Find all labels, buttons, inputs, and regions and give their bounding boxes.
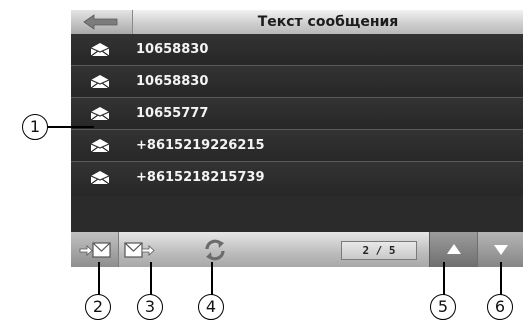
- callout-5: 5: [430, 294, 456, 320]
- message-row-5[interactable]: +8615218215739: [71, 162, 523, 196]
- callout-line-2: [98, 262, 100, 295]
- callout-2: 2: [85, 294, 111, 320]
- page-indicator: 2 / 5: [341, 241, 417, 260]
- callout-1: 1: [22, 114, 48, 140]
- callout-line-5: [443, 262, 445, 295]
- message-sender: +8615218215739: [136, 170, 265, 185]
- envelope-icon: [90, 171, 110, 185]
- callout-4: 4: [198, 294, 224, 320]
- message-sender: 10658830: [136, 74, 209, 89]
- envelope-icon: [90, 75, 110, 89]
- down-arrow-icon: [494, 245, 508, 255]
- message-sender: +8615219226215: [136, 138, 265, 153]
- envelope-icon: [90, 107, 110, 121]
- sms-screen: Текст сообщения 10658830 10658830 106557…: [71, 10, 523, 267]
- bottom-toolbar: 2 / 5: [71, 232, 523, 267]
- message-row-2[interactable]: 10658830: [71, 66, 523, 98]
- callout-3: 3: [137, 294, 163, 320]
- message-sender: 10658830: [136, 42, 209, 57]
- message-row-1[interactable]: 10658830: [71, 34, 523, 66]
- inbox-icon: [79, 242, 111, 258]
- page-title: Текст сообщения: [257, 14, 399, 30]
- message-sender: 10655777: [136, 106, 209, 121]
- callout-6: 6: [487, 294, 513, 320]
- scroll-up-button[interactable]: [429, 232, 477, 267]
- outbox-button[interactable]: [119, 232, 161, 267]
- callout-line-4: [211, 262, 213, 295]
- message-row-4[interactable]: +8615219226215: [71, 130, 523, 162]
- message-row-3[interactable]: 10655777: [71, 98, 523, 130]
- message-list: 10658830 10658830 10655777 +861521922621…: [71, 34, 523, 196]
- envelope-icon: [90, 43, 110, 57]
- header-bar: Текст сообщения: [71, 10, 523, 34]
- inbox-button[interactable]: [71, 232, 119, 267]
- envelope-icon: [90, 139, 110, 153]
- outbox-icon: [124, 242, 155, 258]
- callout-line-1: [48, 126, 94, 128]
- up-arrow-icon: [447, 244, 461, 254]
- callout-line-3: [150, 262, 152, 295]
- refresh-button[interactable]: [193, 232, 237, 267]
- callout-line-6: [500, 262, 502, 295]
- back-arrow-icon: [83, 14, 118, 30]
- refresh-icon: [205, 239, 225, 261]
- back-button[interactable]: [71, 10, 133, 34]
